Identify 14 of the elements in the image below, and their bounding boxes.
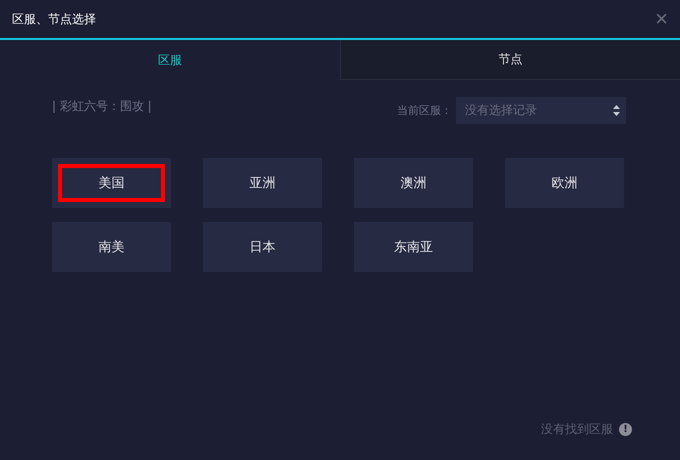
region-button[interactable]: 东南亚	[354, 222, 473, 272]
region-button[interactable]: 美国	[52, 158, 171, 208]
region-button[interactable]: 南美	[52, 222, 171, 272]
updown-icon	[613, 104, 620, 116]
status-text: 没有找到区服	[541, 421, 613, 438]
window-title: 区服、节点选择	[12, 10, 96, 28]
region-button[interactable]: 日本	[203, 222, 322, 272]
game-label: | 彩虹六号：围攻 |	[52, 98, 152, 114]
region-button[interactable]: 亚洲	[203, 158, 322, 208]
tab[interactable]: 节点	[340, 40, 680, 80]
region-button[interactable]: 澳洲	[354, 158, 473, 208]
field-label: 当前区服：	[397, 102, 452, 118]
region-button[interactable]: 欧洲	[505, 158, 624, 208]
info-icon: !	[619, 423, 632, 436]
